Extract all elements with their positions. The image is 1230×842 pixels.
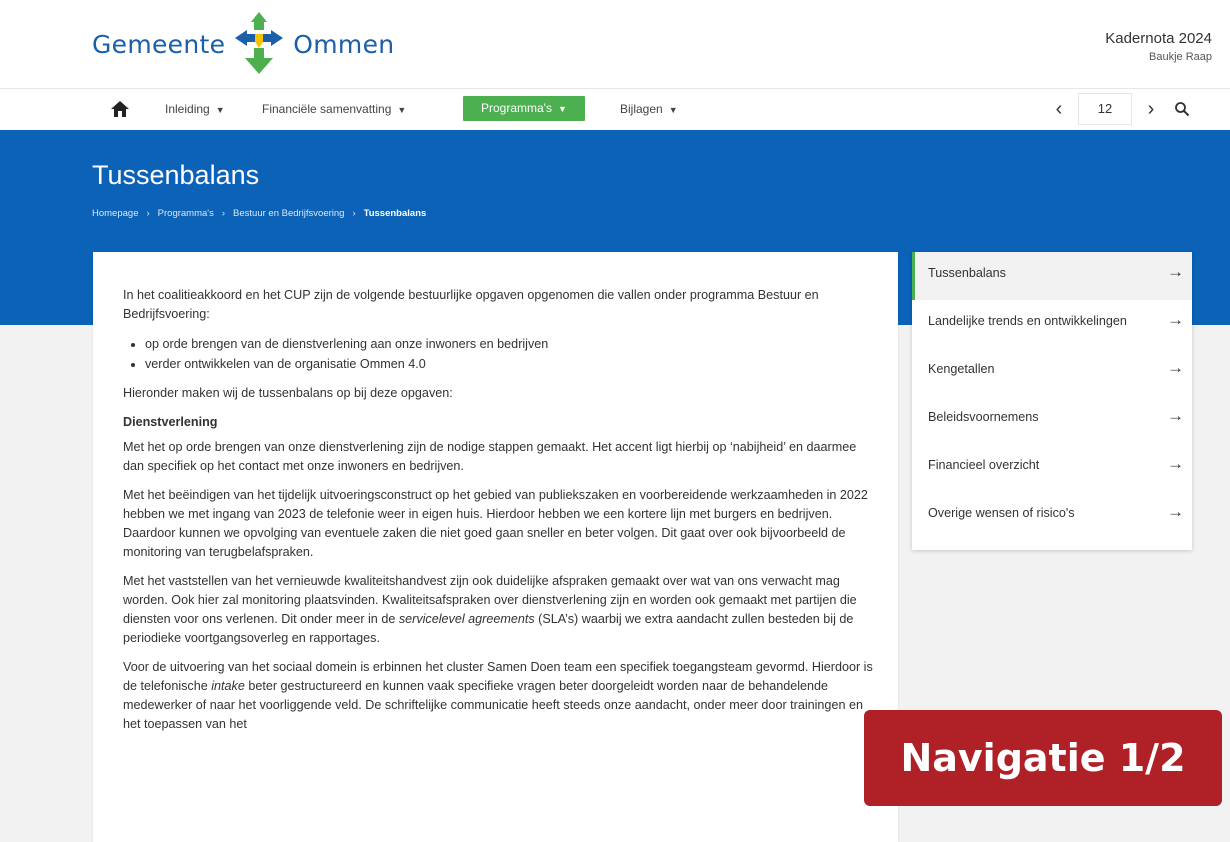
document-title: Kadernota 2024: [1105, 30, 1212, 47]
paragraph: Met het vaststellen van het vernieuwde k…: [123, 572, 875, 648]
list-item: verder ontwikkelen van de organisatie Om…: [145, 354, 875, 374]
search-icon[interactable]: [1174, 101, 1190, 117]
ommen-logo-icon: [235, 12, 284, 74]
nav-item-label: Bijlagen: [620, 102, 663, 116]
side-nav-item-kengetallen[interactable]: Kengetallen →: [912, 348, 1192, 396]
caret-down-icon: ▼: [397, 105, 407, 115]
side-nav-label: Beleidsvoornemens: [928, 410, 1039, 424]
section-heading: Dienstverlening: [123, 415, 218, 429]
logo-text-right: Ommen: [293, 29, 395, 59]
next-page-icon[interactable]: ›: [1140, 94, 1162, 124]
emphasis-text: intake: [211, 679, 245, 693]
page-number-field[interactable]: 12: [1078, 93, 1132, 125]
active-indicator: [912, 252, 915, 300]
paragraph: Met het op orde brengen van onze dienstv…: [123, 440, 857, 473]
side-nav-label: Tussenbalans: [928, 266, 1006, 280]
side-nav-label: Landelijke trends en ontwikkelingen: [928, 314, 1127, 328]
paragraph: Met het beëindigen van het tijdelijk uit…: [123, 488, 868, 559]
previous-page-icon[interactable]: ‹: [1048, 94, 1070, 124]
nav-item-inleiding[interactable]: Inleiding ▼: [165, 94, 225, 124]
caret-down-icon: ▼: [215, 105, 225, 115]
breadcrumb-link-homepage[interactable]: Homepage: [92, 208, 138, 219]
side-nav-label: Kengetallen: [928, 362, 995, 376]
side-nav-item-overige-wensen[interactable]: Overige wensen of risico's →: [912, 492, 1192, 540]
logo-text-left: Gemeente: [92, 29, 226, 59]
side-nav-item-tussenbalans[interactable]: Tussenbalans →: [912, 252, 1192, 300]
page-pager: ‹ 12 ›: [1048, 93, 1190, 125]
arrow-right-icon: →: [1167, 310, 1184, 329]
arrow-right-icon: →: [1167, 262, 1184, 281]
article-body: In het coalitieakkoord en het CUP zijn d…: [123, 286, 875, 744]
nav-item-label: Programma's: [481, 101, 552, 115]
breadcrumb-separator-icon: ›: [146, 208, 150, 219]
section-navigation: Tussenbalans → Landelijke trends en ontw…: [912, 252, 1192, 550]
page-title: Tussenbalans: [92, 160, 260, 190]
document-author: Baukje Raap: [1149, 51, 1212, 63]
document-info: Kadernota 2024 Baukje Raap: [1105, 30, 1212, 63]
arrow-right-icon: →: [1167, 454, 1184, 473]
breadcrumb-link-bestuur[interactable]: Bestuur en Bedrijfsvoering: [233, 208, 344, 219]
paragraph: Hieronder maken wij de tussenbalans op b…: [123, 386, 453, 400]
breadcrumb-current: Tussenbalans: [363, 208, 427, 219]
caret-down-icon: ▼: [557, 104, 567, 114]
breadcrumb-separator-icon: ›: [221, 208, 226, 219]
arrow-right-icon: →: [1167, 406, 1184, 425]
nav-divider: [0, 88, 1230, 89]
nav-item-label: Inleiding: [165, 102, 210, 116]
paragraph: Voor de uitvoering van het sociaal domei…: [123, 658, 875, 734]
side-nav-item-landelijke-trends[interactable]: Landelijke trends en ontwikkelingen →: [912, 300, 1192, 348]
arrow-right-icon: →: [1167, 502, 1184, 521]
caret-down-icon: ▼: [668, 105, 678, 115]
side-nav-label: Financieel overzicht: [928, 458, 1040, 472]
nav-item-programmas[interactable]: Programma's ▼: [463, 96, 585, 121]
side-nav-item-beleidsvoornemens[interactable]: Beleidsvoornemens →: [912, 396, 1192, 444]
opgaven-list: op orde brengen van de dienstverlening a…: [123, 334, 875, 374]
intro-paragraph: In het coalitieakkoord en het CUP zijn d…: [123, 288, 819, 321]
navigation-overlay-label: Navigatie 1/2: [864, 710, 1222, 806]
home-icon[interactable]: [110, 100, 130, 118]
site-header: Gemeente Ommen Kadernota 2024 Baukje Raa…: [0, 0, 1230, 130]
nav-item-bijlagen[interactable]: Bijlagen ▼: [620, 94, 678, 124]
emphasis-text: servicelevel agreements: [398, 612, 535, 626]
arrow-right-icon: →: [1167, 358, 1184, 377]
side-nav-label: Overige wensen of risico's: [928, 506, 1075, 520]
nav-item-label: Financiële samenvatting: [262, 102, 392, 116]
content-card: In het coalitieakkoord en het CUP zijn d…: [93, 252, 898, 842]
municipality-logo[interactable]: Gemeente Ommen: [92, 12, 394, 76]
breadcrumb-link-programmas[interactable]: Programma's: [158, 208, 214, 219]
breadcrumb-separator-icon: ›: [352, 208, 356, 219]
main-navigation: Inleiding ▼ Financiële samenvatting ▼ Prog…: [0, 93, 1230, 125]
side-nav-item-financieel-overzicht[interactable]: Financieel overzicht →: [912, 444, 1192, 492]
nav-item-financiele-samenvatting[interactable]: Financiële samenvatting ▼: [262, 94, 406, 124]
breadcrumb: Homepage › Programma's › Bestuur en Bedrijfs…: [92, 208, 426, 219]
list-item: op orde brengen van de dienstverlening a…: [145, 334, 875, 354]
